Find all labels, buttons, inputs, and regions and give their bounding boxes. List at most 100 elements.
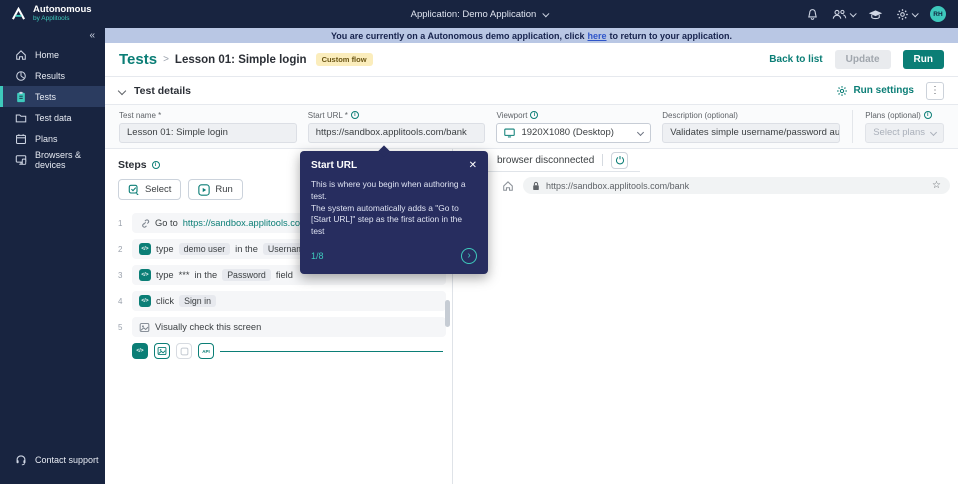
form-divider	[852, 110, 854, 143]
lock-icon	[533, 181, 539, 190]
breadcrumb-tests-link[interactable]: Tests	[119, 51, 157, 68]
select-check-icon	[128, 184, 139, 195]
test-details-form: Test name * Lesson 01: Simple login Star…	[105, 104, 958, 149]
gear-icon	[897, 8, 908, 20]
more-options-button[interactable]: ⋮	[926, 81, 944, 100]
headset-icon	[16, 454, 26, 465]
sidebar-item-tests[interactable]: Tests	[0, 86, 105, 107]
tooltip-body-line2: The system automatically adds a "Go to […	[311, 202, 462, 237]
step-text: type	[156, 244, 174, 254]
users-menu-button[interactable]	[832, 8, 857, 21]
step-number: 2	[118, 244, 123, 254]
sidebar-collapse-button[interactable]: «	[0, 28, 105, 44]
gear-icon	[837, 85, 848, 96]
step-target-chip: Password	[222, 269, 271, 281]
nl-step-icon: </>	[139, 295, 151, 307]
info-icon[interactable]: i	[350, 111, 359, 119]
contact-support-button[interactable]: Contact support	[0, 449, 105, 470]
test-details-header: Test details Run settings ⋮	[105, 77, 958, 104]
tooltip-next-button[interactable]: ›	[461, 247, 477, 264]
page-header: Tests > Lesson 01: Simple login Custom f…	[105, 43, 958, 77]
description-input[interactable]: Validates simple username/password authe…	[662, 122, 841, 143]
logo-subtitle: by Applitools	[33, 15, 70, 22]
banner-here-link[interactable]: here	[588, 31, 607, 41]
browser-panel: browser disconnected https://sandbox.app…	[452, 149, 958, 484]
step-number: 5	[118, 322, 123, 332]
sidebar-item-test-data[interactable]: Test data	[0, 107, 105, 128]
calendar-icon	[16, 133, 26, 144]
info-icon[interactable]: i	[530, 111, 539, 119]
sidebar-item-browsers-devices[interactable]: Browsers & devices	[0, 149, 105, 170]
step-text: type	[156, 270, 174, 280]
home-icon[interactable]	[502, 180, 514, 192]
step-masked-value: ***	[178, 270, 190, 280]
collapse-section-chevron-icon[interactable]	[117, 86, 127, 95]
step-target-chip: Sign in	[179, 295, 216, 307]
run-button[interactable]: Run	[902, 50, 944, 69]
run-settings-button[interactable]: Run settings	[836, 85, 914, 97]
sidebar-item-results[interactable]: Results	[0, 65, 105, 86]
info-icon[interactable]: i	[151, 161, 160, 169]
address-bar-url: https://sandbox.applitools.com/bank	[546, 180, 690, 191]
status-divider	[602, 154, 604, 166]
bookmark-star-icon[interactable]: ☆	[932, 180, 941, 191]
tooltip-title: Start URL	[311, 160, 358, 171]
notifications-button[interactable]	[806, 8, 819, 21]
info-icon[interactable]: i	[923, 111, 932, 119]
select-steps-button[interactable]: Select	[118, 179, 182, 200]
start-url-tooltip: Start URL ✕ This is where you begin when…	[300, 145, 488, 274]
results-icon	[16, 70, 26, 81]
graduation-cap-icon	[868, 9, 883, 19]
test-details-title: Test details	[134, 84, 191, 97]
link-icon	[142, 218, 150, 228]
folder-icon	[15, 113, 27, 122]
add-api-step-button[interactable]: API	[198, 343, 214, 359]
bell-icon	[808, 8, 817, 20]
topbar: Autonomous by Applitools Application: De…	[0, 0, 958, 28]
start-url-input[interactable]: https://sandbox.applitools.com/bank	[307, 122, 486, 143]
steps-title: Steps	[118, 159, 147, 171]
run-steps-button[interactable]: Run	[188, 179, 243, 200]
select-steps-label: Select	[145, 184, 172, 195]
steps-scrollbar-thumb[interactable]	[445, 300, 450, 327]
start-url-label: Start URL *	[307, 110, 348, 120]
academy-button[interactable]	[868, 8, 883, 21]
sidebar-item-plans[interactable]: Plans	[0, 128, 105, 149]
power-icon	[615, 156, 624, 165]
settings-menu-button[interactable]	[896, 8, 919, 21]
add-step-row: </> API	[118, 343, 446, 359]
demo-banner: You are currently on a Autonomous demo a…	[105, 28, 958, 43]
step-row-5[interactable]: 5 Visually check this screen	[118, 317, 446, 337]
sidebar-item-home[interactable]: Home	[0, 44, 105, 65]
main-content: You are currently on a Autonomous demo a…	[105, 28, 958, 484]
step-row-4[interactable]: 4 </> click Sign in	[118, 291, 446, 311]
viewport-select[interactable]: 1920X1080 (Desktop)	[496, 122, 652, 143]
step-value-chip: demo user	[178, 243, 231, 255]
monitor-devices-icon	[15, 154, 27, 165]
insert-step-line	[220, 350, 443, 352]
home-icon	[16, 49, 26, 60]
add-visual-step-button[interactable]	[154, 343, 170, 359]
close-icon[interactable]: ✕	[469, 160, 477, 171]
sidebar-item-label: Test data	[35, 112, 72, 123]
applitools-logo: Autonomous by Applitools	[0, 5, 160, 23]
visual-check-icon	[139, 322, 150, 332]
sidebar-item-label: Home	[35, 49, 60, 60]
users-icon	[832, 9, 847, 19]
disabled-step-icon	[180, 347, 188, 355]
update-button[interactable]: Update	[834, 50, 891, 69]
test-name-input[interactable]: Lesson 01: Simple login	[119, 122, 297, 143]
description-label: Description (optional)	[662, 110, 738, 120]
back-to-list-link[interactable]: Back to list	[769, 54, 822, 65]
user-avatar[interactable]: RH	[930, 6, 946, 22]
tests-icon	[17, 91, 25, 102]
address-bar[interactable]: https://sandbox.applitools.com/bank ☆	[523, 177, 950, 194]
reconnect-browser-button[interactable]	[611, 151, 629, 169]
add-nl-step-button[interactable]: </>	[132, 343, 148, 359]
logo-title: Autonomous	[33, 4, 92, 15]
application-selector[interactable]: Application: Demo Application	[411, 9, 550, 20]
sidebar-item-label: Results	[35, 70, 66, 81]
custom-flow-badge: Custom flow	[315, 53, 373, 66]
sidebar-item-label: Browsers & devices	[35, 149, 82, 170]
plans-select[interactable]: Select plans	[865, 122, 944, 143]
